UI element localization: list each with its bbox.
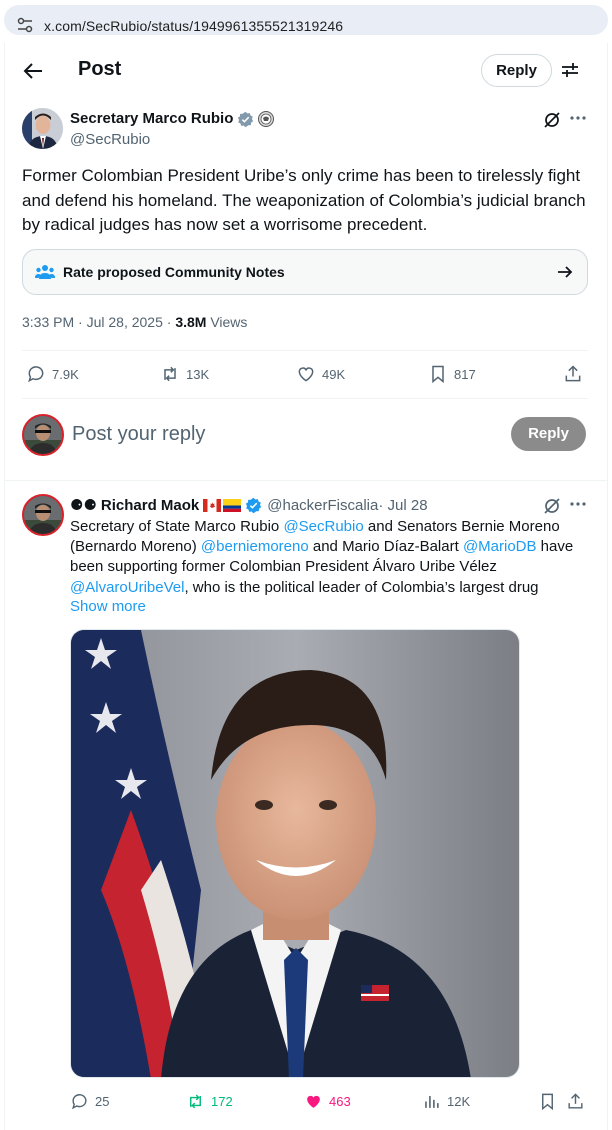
show-more-link[interactable]: Show more xyxy=(70,598,146,615)
reply-author-handle[interactable]: @hackerFiscalia xyxy=(267,497,378,514)
reply-date[interactable]: · Jul 28 xyxy=(378,497,427,514)
verified-badge-icon xyxy=(237,111,254,128)
header-reply-button[interactable]: Reply xyxy=(481,54,552,87)
heart-filled-icon xyxy=(307,1095,320,1108)
divider xyxy=(4,480,608,481)
divider xyxy=(22,350,588,351)
like-action[interactable]: 49K xyxy=(296,364,345,384)
arrow-right-icon xyxy=(558,266,573,278)
reply-text-segment: , who is the political leader of Colombi… xyxy=(184,578,539,596)
reply-views-action[interactable]: 12K xyxy=(422,1092,470,1111)
grok-icon[interactable] xyxy=(542,110,562,130)
more-options-icon[interactable] xyxy=(568,108,588,128)
mention-link[interactable]: @MarioDB xyxy=(463,538,537,555)
views-label: Views xyxy=(206,314,248,330)
browser-url-bar: x.com/SecRubio/status/194996135552131924… xyxy=(0,0,612,40)
reply-views-count: 12K xyxy=(447,1094,471,1109)
repost-icon xyxy=(164,366,176,382)
author-avatar[interactable] xyxy=(22,108,63,149)
reply-bookmark-action[interactable] xyxy=(538,1092,563,1111)
community-notes-icon xyxy=(35,265,55,279)
tweet-metadata: 3:33 PM · Jul 28, 2025 · 3.8M Views xyxy=(22,314,247,330)
reply-action[interactable]: 7.9K xyxy=(26,364,79,384)
colombia-flag-icon xyxy=(223,498,242,512)
reply-settings-icon[interactable] xyxy=(560,60,580,80)
grok-icon[interactable] xyxy=(542,496,562,516)
bookmark-action[interactable]: 817 xyxy=(428,364,476,384)
mention-link[interactable]: @AlvaroUribeVel xyxy=(70,579,184,596)
author-handle[interactable]: @SecRubio xyxy=(70,131,150,148)
reply-repost-action[interactable]: 172 xyxy=(186,1092,233,1111)
reply-author-name-prefix: ⚈⚈ xyxy=(70,497,97,514)
mention-link[interactable]: @berniemoreno xyxy=(201,538,309,555)
reply-reply-action[interactable]: 25 xyxy=(70,1092,109,1111)
attached-photo[interactable] xyxy=(70,629,520,1078)
share-icon xyxy=(565,365,581,382)
community-notes-banner[interactable]: Rate proposed Community Notes xyxy=(22,249,588,295)
author-name[interactable]: Secretary Marco Rubio xyxy=(70,110,233,127)
verified-badge-icon xyxy=(246,497,262,513)
reply-icon xyxy=(28,366,44,383)
canada-flag-icon xyxy=(203,498,222,512)
reply-like-count: 463 xyxy=(329,1094,351,1109)
bookmark-icon xyxy=(432,365,444,384)
more-options-icon[interactable] xyxy=(568,494,588,514)
views-count: 3.8M xyxy=(175,314,207,330)
reply-author-avatar[interactable] xyxy=(22,494,64,536)
repost-icon xyxy=(190,1094,201,1109)
repost-count: 13K xyxy=(186,366,210,382)
site-settings-icon[interactable] xyxy=(16,16,34,34)
reply-icon xyxy=(72,1094,87,1110)
reply-repost-count: 172 xyxy=(211,1094,233,1109)
reply-tweet-header: ⚈⚈ Richard Maok @hackerFiscalia · Jul 28 xyxy=(70,496,428,515)
views-chart-icon xyxy=(425,1095,439,1108)
reply-share-action[interactable] xyxy=(566,1092,591,1111)
reply-input[interactable]: Post your reply xyxy=(72,423,205,446)
government-seal-icon xyxy=(258,111,274,127)
share-icon xyxy=(568,1093,583,1109)
reply-count: 7.9K xyxy=(52,366,79,382)
mention-link[interactable]: @SecRubio xyxy=(283,518,363,535)
tweet-timestamp[interactable]: 3:33 PM · Jul 28, 2025 · xyxy=(22,314,175,330)
repost-action[interactable]: 13K xyxy=(160,364,209,384)
page-title: Post xyxy=(78,58,122,80)
submit-reply-button[interactable]: Reply xyxy=(511,417,586,451)
tweet-text: Former Colombian President Uribe’s only … xyxy=(22,166,586,234)
divider xyxy=(22,398,588,399)
heart-icon xyxy=(298,367,314,382)
address-bar[interactable]: x.com/SecRubio/status/194996135552131924… xyxy=(4,5,608,35)
back-arrow-icon[interactable] xyxy=(22,60,44,82)
url-text[interactable]: x.com/SecRubio/status/194996135552131924… xyxy=(44,18,343,34)
reply-text-segment: Secretary of State Marco Rubio xyxy=(70,518,284,535)
reply-author-name[interactable]: Richard Maok xyxy=(101,497,199,514)
bookmark-icon xyxy=(542,1093,553,1111)
like-count: 49K xyxy=(322,366,346,382)
reply-reply-count: 25 xyxy=(95,1094,110,1109)
share-action[interactable] xyxy=(563,364,589,384)
reply-text-segment: and Mario Díaz-Balart xyxy=(308,538,463,556)
user-avatar[interactable] xyxy=(22,414,64,456)
reply-like-action[interactable]: 463 xyxy=(304,1092,351,1111)
community-notes-label: Rate proposed Community Notes xyxy=(63,264,285,280)
bookmark-count: 817 xyxy=(454,366,476,382)
reply-tweet-text: Secretary of State Marco Rubio @SecRubio… xyxy=(70,517,590,598)
